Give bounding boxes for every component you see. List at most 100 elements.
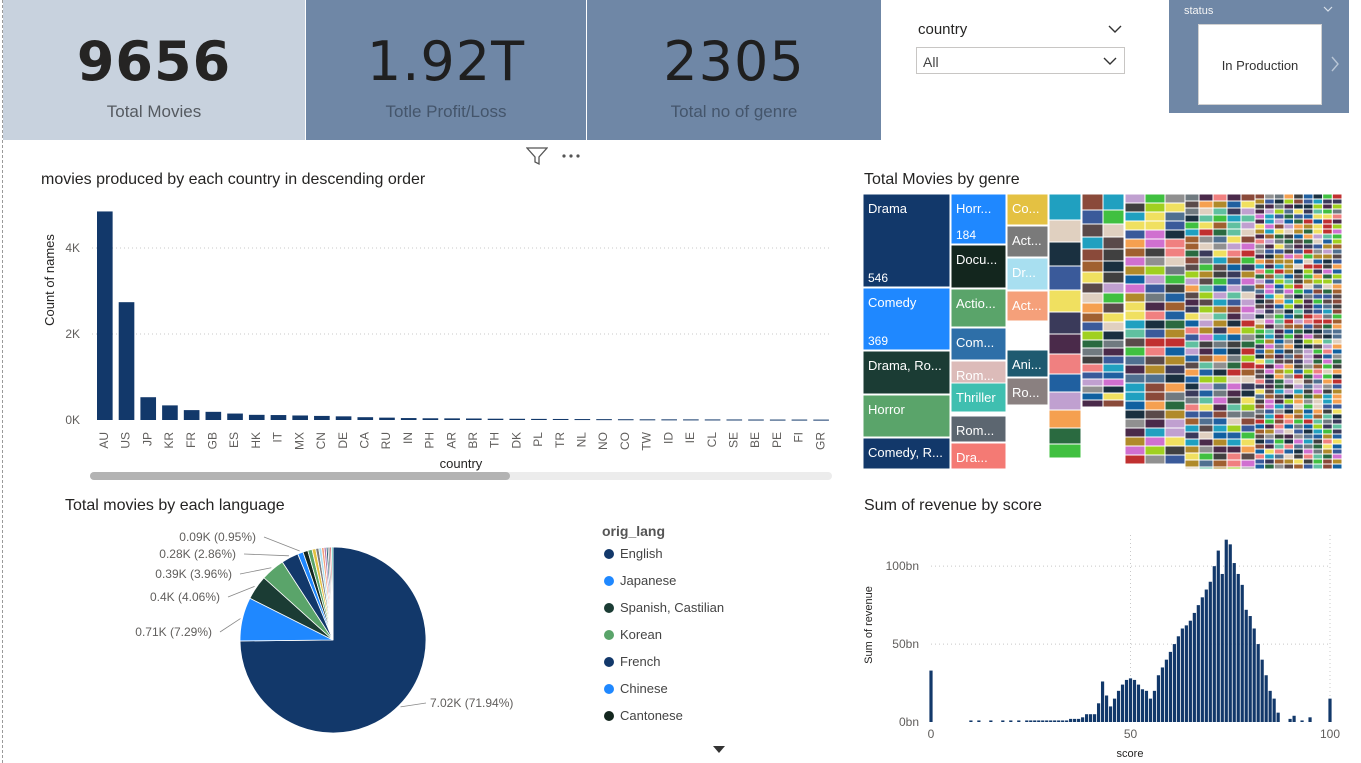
treemap-small-tile [1322, 253, 1333, 260]
treemap-small-tile [1312, 353, 1324, 360]
treemap-small-tile [1240, 194, 1256, 202]
treemap-small-tile [1240, 214, 1256, 223]
chevron-down-icon[interactable] [1323, 6, 1333, 13]
treemap-small-tile [1254, 263, 1266, 270]
treemap-small-tile [1283, 278, 1295, 285]
legend-item[interactable]: Cantonese [604, 708, 683, 723]
histogram-bar [1029, 720, 1033, 722]
treemap-small-tile [1081, 385, 1104, 394]
treemap-small-tile [1254, 208, 1266, 215]
treemap-small-tile [1164, 292, 1186, 303]
treemap-small-tile [1212, 354, 1228, 363]
treemap-tile-label: Com... [956, 335, 994, 350]
treemap-small-tile [1254, 273, 1266, 280]
treemap-small-tile [1102, 282, 1125, 294]
treemap-small-tile [1322, 223, 1333, 230]
treemap-tile-label: Comedy, R... [868, 445, 943, 460]
treemap-small-tile [1302, 263, 1314, 270]
legend-dot [604, 711, 614, 721]
kpi-card-total-movies[interactable]: 9656 Total Movies [3, 0, 305, 140]
histogram-bar [1001, 720, 1005, 722]
legend-item[interactable]: Korean [604, 627, 662, 642]
legend-item[interactable]: Japanese [604, 573, 676, 588]
treemap-small-tile [1264, 318, 1275, 325]
histogram-bar [1268, 690, 1272, 722]
kpi-card-total-genre[interactable]: 2305 Total no of genre [587, 0, 881, 140]
treemap-small-tile [1254, 398, 1266, 405]
bar-chart-title: movies produced by each country in desce… [41, 171, 426, 188]
treemap-small-tile [1302, 243, 1314, 250]
chevron-down-icon[interactable] [1108, 24, 1122, 34]
treemap-small-tile [1283, 388, 1295, 395]
status-card-in-production[interactable]: In Production [1198, 24, 1322, 105]
kpi-card-profit-loss[interactable]: 1.92T Totle Profit/Loss [306, 0, 586, 140]
treemap-small-tile [1312, 333, 1324, 340]
treemap-small-tile [1283, 328, 1295, 335]
treemap-small-tile [1102, 330, 1125, 341]
treemap-small-tile [1293, 438, 1304, 445]
treemap-small-tile [1048, 265, 1082, 291]
treemap-small-tile [1322, 243, 1333, 250]
pie-chart-title: Total movies by each language [65, 497, 285, 514]
bar [444, 418, 460, 420]
treemap-small-tile [1293, 243, 1304, 250]
treemap-small-tile [1081, 321, 1104, 332]
treemap-small-tile [1312, 263, 1324, 270]
treemap-small-tile [1144, 346, 1166, 357]
treemap-small-tile [1198, 221, 1214, 230]
treemap-small-tile [1198, 389, 1214, 398]
bar [118, 302, 135, 420]
treemap-small-tile [1331, 233, 1342, 240]
legend-item[interactable]: Spanish, Castilian [604, 600, 724, 615]
treemap-small-tile [1212, 263, 1228, 272]
filter-icon[interactable] [526, 146, 548, 166]
treemap-small-tile [1226, 375, 1242, 384]
treemap-small-tile [1254, 318, 1266, 325]
treemap-small-tile [1184, 466, 1200, 469]
treemap-small-tile [1240, 242, 1256, 251]
treemap-tile-label: Comedy [868, 295, 917, 310]
treemap-small-tile [1302, 268, 1314, 275]
treemap-small-tile [1312, 198, 1324, 205]
treemap-small-tile [1164, 346, 1186, 357]
chevron-down-icon[interactable] [1103, 56, 1117, 66]
treemap-small-tile [1273, 333, 1285, 340]
treemap-small-tile [1302, 338, 1314, 345]
treemap-small-tile [1283, 338, 1295, 345]
legend-scroll-down-icon[interactable] [713, 746, 725, 754]
treemap-small-tile [1226, 249, 1242, 258]
treemap-small-tile [1144, 427, 1166, 438]
treemap-small-tile [1322, 463, 1333, 469]
revenue-by-score-chart: 0bn 0 50bn 50 100bn 100 Sum of revenue score [863, 535, 1340, 760]
treemap-small-tile [1283, 413, 1295, 420]
treemap-small-tile [1312, 213, 1324, 220]
treemap-small-tile [1273, 243, 1285, 250]
treemap-small-tile [1312, 448, 1324, 455]
treemap-small-tile [1264, 338, 1275, 345]
treemap-small-tile [1264, 298, 1275, 305]
treemap-small-tile [1302, 233, 1314, 240]
legend-item[interactable]: English [604, 546, 663, 561]
treemap-small-tile [1331, 428, 1342, 435]
treemap-small-tile [1322, 333, 1333, 340]
more-options-icon[interactable] [561, 152, 583, 160]
treemap-small-tile [1273, 313, 1285, 320]
legend-item[interactable]: Chinese [604, 681, 668, 696]
treemap-small-tile [1302, 448, 1314, 455]
country-slicer-dropdown[interactable]: All [916, 47, 1125, 74]
histogram-bar [1128, 678, 1133, 722]
treemap-small-tile [1293, 303, 1304, 310]
treemap-small-tile [1312, 303, 1324, 310]
histogram-bar [1300, 720, 1304, 722]
treemap-small-tile [1293, 194, 1304, 200]
treemap-small-tile [1264, 258, 1275, 265]
treemap-small-tile [1264, 408, 1275, 415]
treemap-small-tile [1254, 438, 1266, 445]
x-tick-label: NL [575, 432, 589, 448]
chevron-right-icon[interactable] [1330, 56, 1340, 72]
treemap-small-tile [1124, 292, 1146, 303]
legend-item[interactable]: French [604, 654, 660, 669]
bar-chart-scrollbar-thumb[interactable] [90, 472, 510, 480]
treemap-small-tile [1264, 233, 1275, 240]
treemap-small-tile [1226, 368, 1242, 377]
